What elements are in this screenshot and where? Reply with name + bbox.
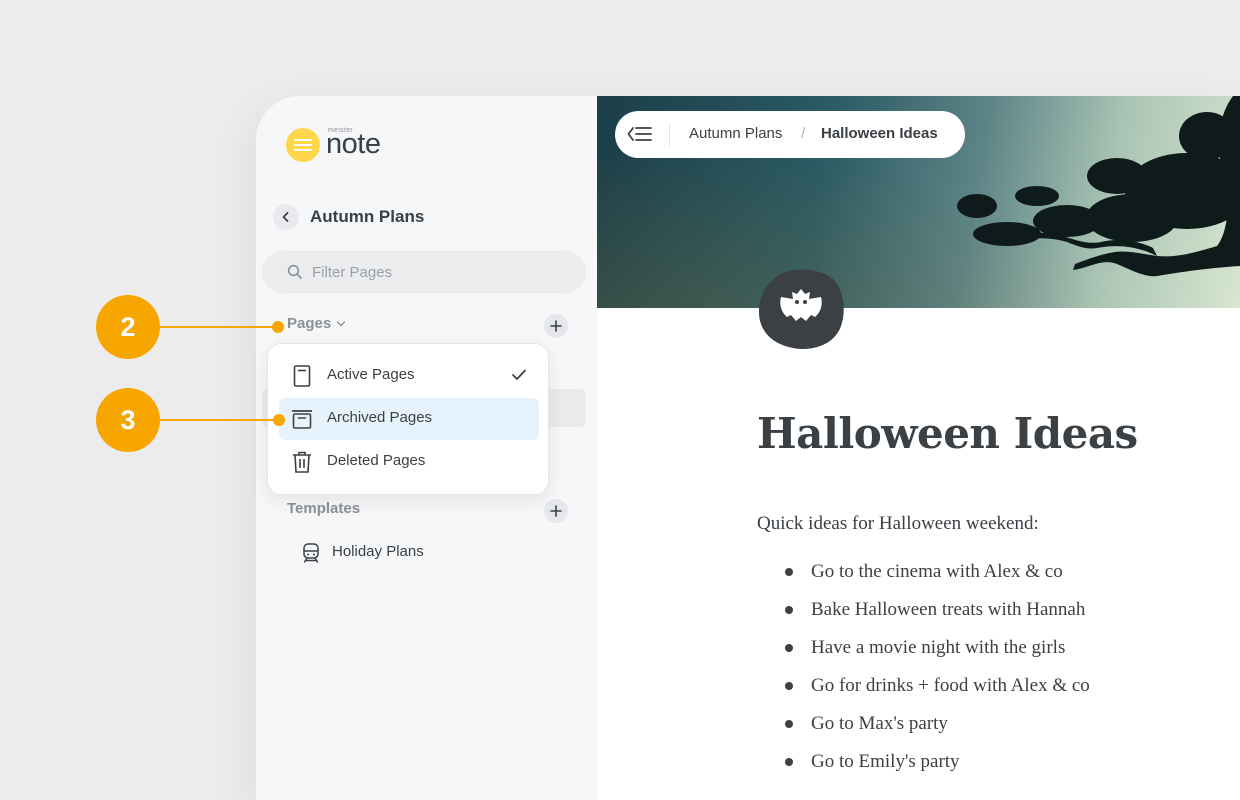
filter-pages-input[interactable] (312, 260, 562, 284)
document-bullet-list: Go to the cinema with Alex & co Bake Hal… (785, 560, 1090, 788)
chevron-left-icon (282, 212, 289, 222)
callout-dot (272, 321, 284, 333)
pages-heading: Pages (287, 315, 332, 332)
plus-icon (550, 320, 562, 332)
templates-heading: Templates (287, 500, 361, 517)
collapse-menu-icon (627, 127, 652, 141)
back-button[interactable] (273, 204, 299, 230)
list-item[interactable]: Go for drinks + food with Alex & co (785, 674, 1090, 712)
page-icon (293, 365, 311, 387)
menu-item-deleted-pages[interactable]: Deleted Pages (279, 441, 539, 483)
pages-section-toggle[interactable]: Pages (287, 315, 346, 337)
toggle-sidebar-button[interactable] (623, 117, 657, 151)
breadcrumb-divider (669, 123, 670, 146)
main-content: Autumn Plans / Halloween Ideas Halloween… (597, 96, 1240, 800)
bat-icon (759, 269, 844, 350)
logo-text: note (326, 128, 381, 160)
project-title[interactable]: Autumn Plans (310, 207, 424, 227)
archive-icon (292, 410, 312, 429)
search-icon (287, 264, 302, 279)
meisternote-logo[interactable]: meister note (286, 126, 406, 166)
page-bat-icon[interactable] (757, 264, 845, 352)
document-title[interactable]: Halloween Ideas (757, 409, 1138, 458)
trash-icon (293, 451, 311, 473)
list-item[interactable]: Go to Emily's party (785, 750, 1090, 788)
list-item[interactable]: Go to Max's party (785, 712, 1090, 750)
menu-item-archived-pages[interactable]: Archived Pages (279, 398, 539, 440)
breadcrumb-separator: / (801, 125, 806, 142)
pages-filter-dropdown: Active Pages Archived Pages Deleted Page… (267, 343, 549, 495)
callout-dot (273, 414, 285, 426)
list-item[interactable]: Have a movie night with the girls (785, 636, 1090, 674)
logo-mark-icon (286, 128, 320, 162)
add-template-button[interactable] (544, 499, 568, 523)
callout-connector (150, 326, 278, 328)
breadcrumb-project[interactable]: Autumn Plans (689, 125, 782, 142)
document-intro[interactable]: Quick ideas for Halloween weekend: (757, 513, 1039, 535)
list-item[interactable]: Go to the cinema with Alex & co (785, 560, 1090, 598)
list-item[interactable]: Bake Halloween treats with Hannah (785, 598, 1090, 636)
menu-item-active-pages[interactable]: Active Pages (279, 355, 539, 397)
callout-badge-3: 3 (96, 388, 160, 452)
train-icon (303, 543, 319, 563)
callout-badge-2: 2 (96, 295, 160, 359)
add-page-button[interactable] (544, 314, 568, 338)
breadcrumb-bar: Autumn Plans / Halloween Ideas (615, 111, 965, 158)
menu-item-label: Active Pages (327, 366, 415, 383)
plus-icon (550, 505, 562, 517)
menu-item-label: Deleted Pages (327, 452, 426, 469)
callout-connector (150, 419, 280, 421)
cover-image: Autumn Plans / Halloween Ideas (597, 96, 1240, 308)
filter-pages-field[interactable] (262, 251, 586, 293)
template-label: Holiday Plans (332, 543, 424, 560)
chevron-down-icon (337, 321, 346, 327)
breadcrumb-current-page: Halloween Ideas (821, 125, 938, 142)
menu-item-label: Archived Pages (327, 409, 433, 426)
check-icon (512, 369, 526, 380)
